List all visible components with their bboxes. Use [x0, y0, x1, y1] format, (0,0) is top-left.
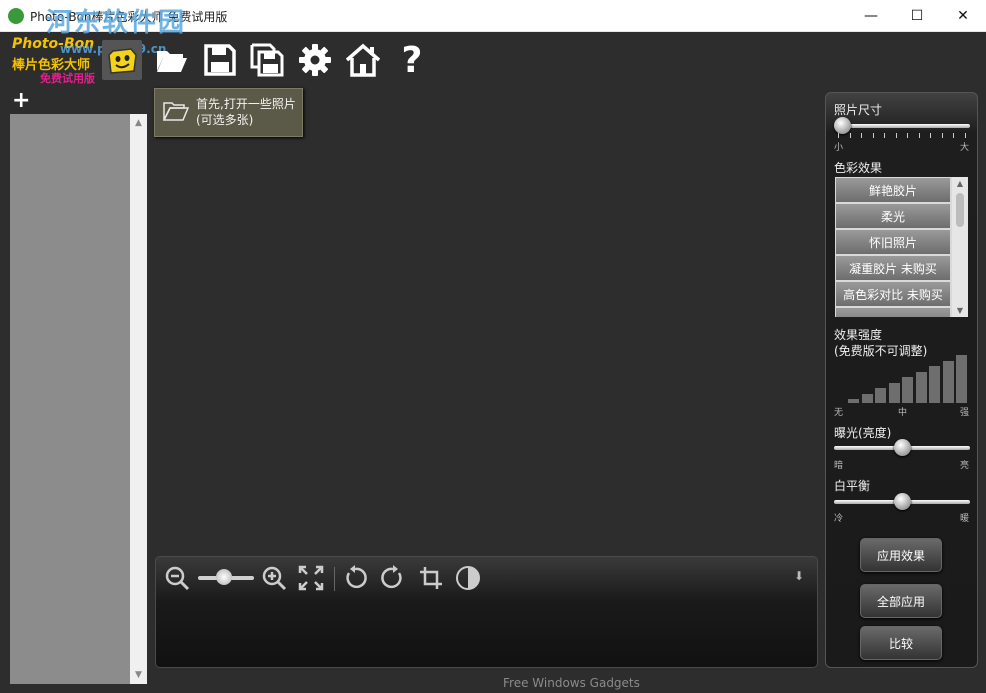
open-folder-button[interactable]: [151, 40, 191, 80]
minimize-button[interactable]: —: [848, 0, 894, 31]
white-balance-knob[interactable]: [893, 493, 911, 510]
fit-screen-icon: [298, 565, 324, 591]
tooltip-line-2: (可选多张): [196, 113, 254, 127]
effects-panel: 照片尺寸 小 大 色彩效果 鲜艳胶片 柔光 怀旧照片 凝重胶片 未购买 高色彩对…: [825, 92, 978, 668]
face-icon: [108, 48, 137, 74]
effects-scroll-up[interactable]: ▲: [952, 179, 968, 188]
strength-bar: [848, 399, 859, 403]
face-button[interactable]: [102, 40, 142, 80]
effect-item[interactable]: 凝重胶片 未购买: [836, 256, 950, 280]
footer-text: Free Windows Gadgets: [503, 676, 640, 690]
save-button[interactable]: [200, 40, 240, 80]
zoom-out-icon: [165, 566, 190, 591]
exposure-max-label: 亮: [960, 461, 970, 471]
rotate-right-icon: [381, 565, 402, 589]
zoom-in-button[interactable]: [261, 565, 287, 591]
add-photo-button[interactable]: +: [12, 90, 30, 112]
strength-bar: [861, 393, 873, 403]
watermark-text: 河东软件园: [46, 8, 187, 38]
white-balance-label: 白平衡: [834, 479, 871, 493]
apply-effect-button[interactable]: 应用效果: [860, 538, 942, 572]
rotate-left-button[interactable]: [342, 565, 368, 591]
crop-button[interactable]: [418, 565, 444, 591]
effects-list: 鲜艳胶片 柔光 怀旧照片 凝重胶片 未购买 高色彩对比 未购买 ▲ ▼: [835, 177, 968, 317]
save-all-icon: [250, 43, 284, 77]
effects-scroll-down[interactable]: ▼: [952, 306, 968, 315]
download-button[interactable]: ⬇: [794, 565, 808, 583]
strength-bar: [929, 366, 940, 403]
strength-mid-label: 中: [898, 408, 908, 418]
contrast-button[interactable]: [455, 565, 481, 591]
effects-scrollbar[interactable]: ▲ ▼: [952, 177, 968, 317]
gear-icon: [299, 44, 331, 76]
exposure-min-label: 暗: [834, 461, 844, 471]
exposure-label: 曝光(亮度): [834, 426, 892, 440]
view-toolbar: ⬇: [155, 556, 818, 668]
color-effects-label: 色彩效果: [834, 161, 883, 175]
maximize-button[interactable]: ☐: [894, 0, 940, 31]
strength-bar: [956, 355, 967, 403]
effect-item[interactable]: 高色彩对比 未购买: [836, 282, 950, 306]
download-icon: ⬇: [794, 569, 805, 583]
photo-size-slider[interactable]: [834, 124, 970, 128]
zoom-in-icon: [262, 566, 287, 591]
strength-bar: [915, 371, 927, 403]
logo-line-3: 免费试用版: [40, 72, 95, 85]
fit-screen-button[interactable]: [298, 565, 324, 591]
rotate-left-icon: [346, 565, 367, 589]
folder-icon: [163, 102, 189, 121]
wb-max-label: 暖: [960, 514, 970, 524]
open-folder-icon: [157, 51, 187, 72]
photo-size-ticks: [838, 133, 966, 139]
strength-bar: [942, 360, 954, 403]
save-icon: [204, 44, 236, 76]
help-button[interactable]: ?: [392, 39, 432, 81]
size-max-label: 大: [960, 143, 970, 153]
zoom-out-button[interactable]: [164, 565, 190, 591]
settings-button[interactable]: [295, 40, 335, 80]
strength-bar: [888, 382, 900, 403]
strength-bars: [848, 355, 968, 403]
exposure-knob[interactable]: [893, 439, 911, 456]
save-all-button[interactable]: [247, 40, 287, 80]
strength-max-label: 强: [960, 408, 970, 418]
size-min-label: 小: [834, 143, 844, 153]
contrast-icon: [456, 566, 480, 590]
compare-button[interactable]: 比较: [860, 626, 942, 660]
crop-icon: [420, 567, 442, 589]
tooltip-line-1: 首先,打开一些照片: [196, 97, 296, 111]
zoom-slider-knob[interactable]: [216, 569, 232, 585]
photo-size-label: 照片尺寸: [834, 103, 883, 117]
effect-item[interactable]: 怀旧照片: [836, 230, 950, 254]
close-button[interactable]: ✕: [940, 0, 986, 31]
rotate-right-button[interactable]: [380, 565, 406, 591]
thumbnail-list[interactable]: [10, 114, 130, 684]
effect-item-partial[interactable]: [836, 308, 950, 317]
strength-bar: [875, 388, 886, 403]
wb-min-label: 冷: [834, 514, 844, 524]
home-button[interactable]: [343, 40, 383, 80]
strength-label: 效果强度: [834, 328, 883, 342]
scroll-down-arrow[interactable]: ▼: [130, 670, 147, 680]
effect-item[interactable]: 柔光: [836, 204, 950, 228]
toolbar-divider: [334, 567, 335, 591]
thumbnail-scrollbar[interactable]: ▲ ▼: [130, 114, 147, 684]
effect-item[interactable]: 鲜艳胶片: [836, 178, 950, 202]
scroll-up-arrow[interactable]: ▲: [130, 118, 147, 128]
strength-bar: [902, 377, 913, 403]
title-bar: Photo-Bon棒片色彩大师 免费试用版 河东软件园 — ☐ ✕: [0, 0, 986, 38]
effects-scroll-thumb[interactable]: [956, 193, 964, 227]
home-icon: [346, 43, 380, 77]
open-tooltip: 首先,打开一些照片 (可选多张): [154, 88, 303, 137]
app-icon: [8, 8, 24, 24]
strength-min-label: 无: [834, 408, 844, 418]
help-icon: ?: [401, 39, 423, 81]
apply-all-button[interactable]: 全部应用: [860, 584, 942, 618]
photo-size-knob[interactable]: [834, 117, 851, 134]
